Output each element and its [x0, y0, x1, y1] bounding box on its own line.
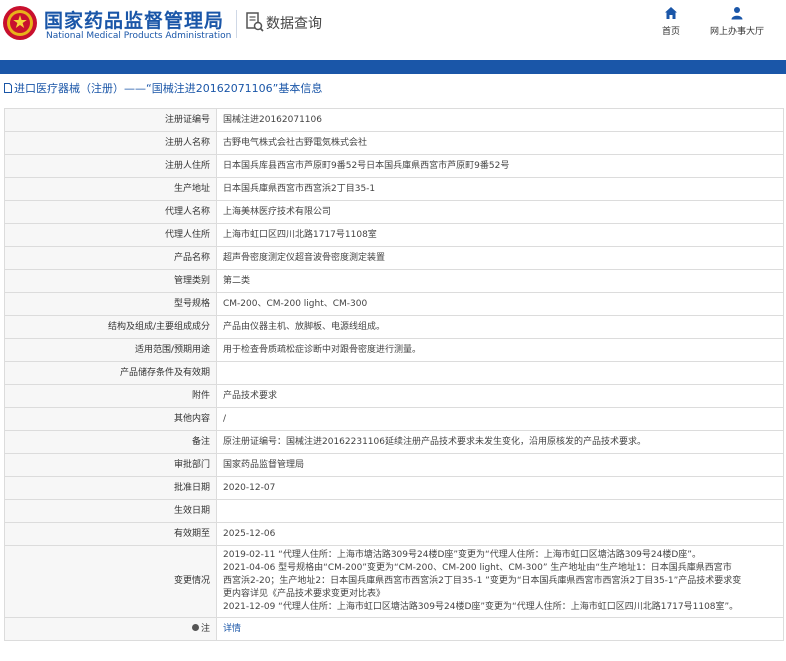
field-value	[216, 499, 784, 523]
field-label: 注册人名称	[4, 131, 217, 155]
field-value: CM-200、CM-200 light、CM-300	[216, 292, 784, 316]
page-title-text: 进口医疗器械（注册）——“国械注进20162071106”基本信息	[14, 82, 323, 95]
nav-home-label: 首页	[661, 27, 680, 37]
document-search-icon	[246, 12, 264, 32]
table-row: 管理类别 第二类	[4, 269, 784, 293]
table-row: 审批部门 国家药品监督管理局	[4, 453, 784, 477]
pin-icon	[191, 623, 199, 631]
field-value: 产品由仪器主机、放脚板、电源线组成。	[216, 315, 784, 339]
field-value: 超声骨密度测定仪超音波骨密度測定装置	[216, 246, 784, 270]
user-icon	[731, 7, 743, 20]
field-label: 审批部门	[4, 453, 217, 477]
field-value: 2020-12-07	[216, 476, 784, 500]
home-icon	[665, 7, 677, 19]
field-value: 上海市虹口区四川北路1717号1108室	[216, 223, 784, 247]
table-row: 注册证编号 国械注进20162071106	[4, 108, 784, 132]
field-label: 变更情况	[4, 545, 217, 618]
table-row: 备注 原注册证编号：国械注进20162231106延续注册产品技术要求未发生变化，…	[4, 430, 784, 454]
nav-online-service-hall[interactable]: 网上办事大厅	[706, 6, 768, 37]
table-row: 结构及组成/主要组成成分 产品由仪器主机、放脚板、电源线组成。	[4, 315, 784, 339]
table-row: 代理人名称 上海美林医疗技术有限公司	[4, 200, 784, 224]
registration-info-table: 注册证编号 国械注进20162071106 注册人名称 古野电气株式会社古野電気株式会…	[4, 108, 784, 641]
table-row: 生效日期	[4, 499, 784, 523]
field-value: 2025-12-06	[216, 522, 784, 546]
note-label-cell: 注	[4, 617, 217, 641]
site-header: 国家药品监督管理局 National Medical Products Admi…	[0, 0, 786, 54]
change-history-line: 西宮浜2-20；生产地址2：日本国兵庫県西宮市西宮浜2丁目35-1 ”变更为“日…	[223, 576, 742, 586]
field-label: 其他内容	[4, 407, 217, 431]
field-label: 代理人住所	[4, 223, 217, 247]
field-label: 适用范围/预期用途	[4, 338, 217, 362]
change-history: 2019-02-11 “代理人住所：上海市塘沽路309号24楼D座”变更为“代理…	[216, 545, 784, 618]
document-icon	[4, 83, 12, 93]
table-row: 适用范围/预期用途 用于检查骨质疏松症诊断中对跟骨密度进行测量。	[4, 338, 784, 362]
table-row: 产品储存条件及有效期	[4, 361, 784, 385]
details-link[interactable]: 详情	[223, 624, 241, 634]
field-value: 国家药品监督管理局	[216, 453, 784, 477]
data-query-title: 数据查询	[266, 16, 322, 32]
field-label: 生产地址	[4, 177, 217, 201]
field-label: 结构及组成/主要组成成分	[4, 315, 217, 339]
brand-name-en: National Medical Products Administration	[46, 31, 232, 41]
page-title: 进口医疗器械（注册）——“国械注进20162071106”基本信息	[4, 80, 322, 96]
note-value-cell: 详情	[216, 617, 784, 641]
emblem-logo	[3, 6, 37, 40]
table-row: 批准日期 2020-12-07	[4, 476, 784, 500]
field-label: 代理人名称	[4, 200, 217, 224]
nav-service-label: 网上办事大厅	[709, 27, 764, 37]
table-row: 生产地址 日本国兵庫県西宮市西宮浜2丁目35-1	[4, 177, 784, 201]
field-label: 生效日期	[4, 499, 217, 523]
field-label: 有效期至	[4, 522, 217, 546]
brand-name-cn: 国家药品监督管理局	[44, 10, 225, 32]
table-row: 注册人住所 日本国兵库县西宫市芦原町9番52号日本国兵庫県西宮市芦原町9番52号	[4, 154, 784, 178]
field-value: 日本国兵庫県西宮市西宮浜2丁目35-1	[216, 177, 784, 201]
field-value	[216, 361, 784, 385]
field-value: 国械注进20162071106	[216, 108, 784, 132]
nav-home[interactable]: 首页	[656, 6, 686, 37]
table-row: 注册人名称 古野电气株式会社古野電気株式会社	[4, 131, 784, 155]
field-label: 型号规格	[4, 292, 217, 316]
field-label: 注册人住所	[4, 154, 217, 178]
field-value: /	[216, 407, 784, 431]
change-history-line: 2021-04-06 型号规格由“CM-200”变更为“CM-200、CM-20…	[223, 563, 732, 573]
field-label: 批准日期	[4, 476, 217, 500]
change-history-line: 更内容详见《产品技术要求变更对比表》	[223, 589, 386, 599]
table-row: 其他内容 /	[4, 407, 784, 431]
table-row-note: 注 详情	[4, 617, 784, 641]
field-label: 产品名称	[4, 246, 217, 270]
field-label: 产品储存条件及有效期	[4, 361, 217, 385]
field-label: 附件	[4, 384, 217, 408]
table-row: 有效期至 2025-12-06	[4, 522, 784, 546]
header-accent-bar	[0, 60, 786, 74]
table-row: 型号规格 CM-200、CM-200 light、CM-300	[4, 292, 784, 316]
field-value: 古野电气株式会社古野電気株式会社	[216, 131, 784, 155]
header-divider	[236, 10, 237, 38]
field-value: 第二类	[216, 269, 784, 293]
field-value: 日本国兵库县西宫市芦原町9番52号日本国兵庫県西宮市芦原町9番52号	[216, 154, 784, 178]
table-row: 代理人住所 上海市虹口区四川北路1717号1108室	[4, 223, 784, 247]
table-row: 附件 产品技术要求	[4, 384, 784, 408]
table-row-changes: 变更情况 2019-02-11 “代理人住所：上海市塘沽路309号24楼D座”变…	[4, 545, 784, 618]
field-label: 注册证编号	[4, 108, 217, 132]
field-value: 产品技术要求	[216, 384, 784, 408]
field-value: 原注册证编号：国械注进20162231106延续注册产品技术要求未发生变化，沿用…	[216, 430, 784, 454]
change-history-line: 2019-02-11 “代理人住所：上海市塘沽路309号24楼D座”变更为“代理…	[223, 550, 701, 560]
table-row: 产品名称 超声骨密度测定仪超音波骨密度測定装置	[4, 246, 784, 270]
field-label: 管理类别	[4, 269, 217, 293]
change-history-line: 2021-12-09 “代理人住所：上海市虹口区塘沽路309号24楼D座”变更为…	[223, 602, 739, 612]
field-label: 备注	[4, 430, 217, 454]
field-value: 上海美林医疗技术有限公司	[216, 200, 784, 224]
field-value: 用于检查骨质疏松症诊断中对跟骨密度进行测量。	[216, 338, 784, 362]
note-label: 注	[200, 623, 210, 634]
